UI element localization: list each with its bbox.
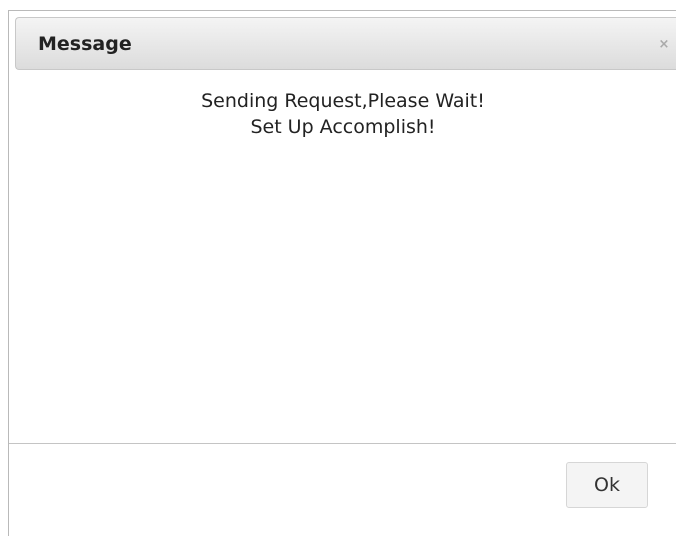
ok-button[interactable]: Ok xyxy=(566,462,648,508)
message-line-1: Sending Request,Please Wait! xyxy=(201,90,485,112)
close-icon[interactable]: × xyxy=(657,38,671,52)
dialog-titlebar[interactable]: Message × xyxy=(15,17,676,70)
dialog-message: Sending Request,Please Wait! Set Up Acco… xyxy=(9,88,676,140)
dialog-title: Message xyxy=(38,33,132,55)
message-line-2: Set Up Accomplish! xyxy=(250,116,436,138)
footer-divider xyxy=(9,443,676,444)
message-dialog: Message × Sending Request,Please Wait! S… xyxy=(8,10,676,536)
